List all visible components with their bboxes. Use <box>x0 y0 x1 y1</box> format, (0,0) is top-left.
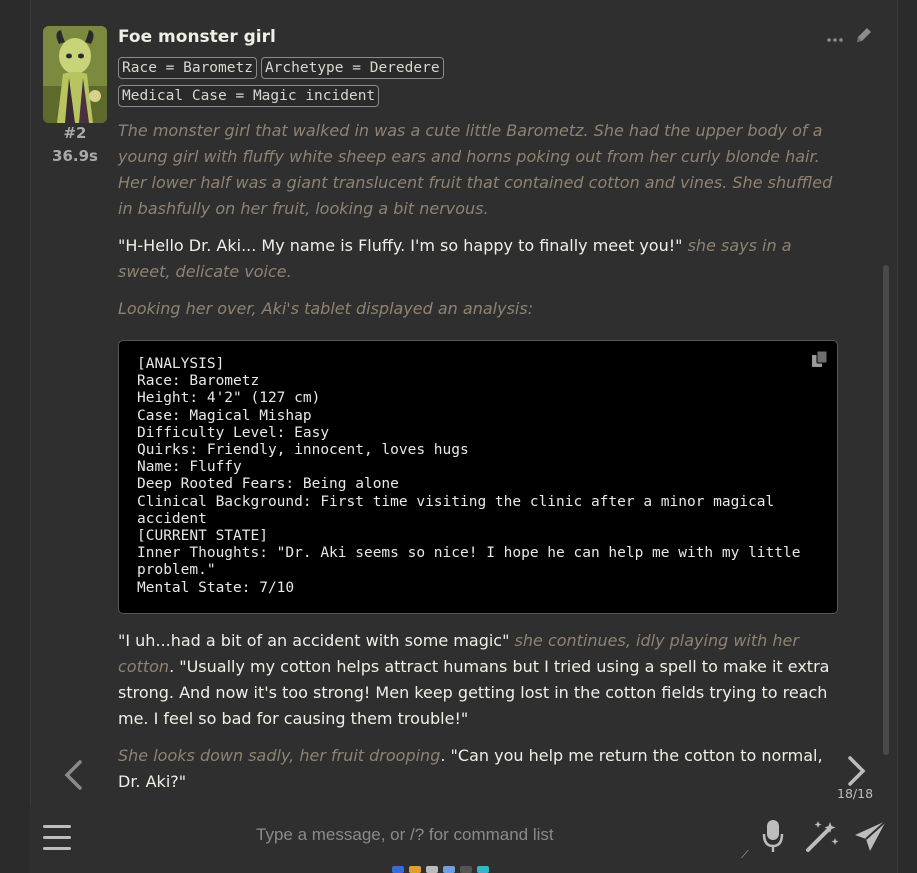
message-input[interactable] <box>246 818 756 852</box>
taskbar-app-icon[interactable] <box>426 866 438 873</box>
taskbar-app-icon[interactable] <box>477 866 489 873</box>
dialogue-action: She looks down sadly, her fruit drooping <box>118 745 441 765</box>
analysis-code-block: [ANALYSIS] Race: Barometz Height: 4'2" (… <box>118 340 838 614</box>
dialogue-speech: "I uh...had a bit of an accident with so… <box>118 630 510 650</box>
message-body: The monster girl that walked in was a cu… <box>118 118 838 806</box>
hamburger-menu-icon[interactable] <box>43 825 71 851</box>
microphone-icon[interactable] <box>762 818 784 858</box>
character-name: Foe monster girl <box>118 27 276 47</box>
narration-paragraph: Looking her over, Aki's tablet displayed… <box>118 299 534 318</box>
tag-row-1: Race = Barometz Archetype = Deredere <box>118 57 444 79</box>
tag-medical-case: Medical Case = Magic incident <box>118 85 380 107</box>
analysis-text: [ANALYSIS] Race: Barometz Height: 4'2" (… <box>137 356 801 596</box>
narration-paragraph: The monster girl that walked in was a cu… <box>118 121 833 218</box>
scrollbar-thumb[interactable] <box>883 265 889 755</box>
taskbar-app-icon[interactable] <box>392 866 404 873</box>
dialogue-paragraph: "H-Hello Dr. Aki... My name is Fluffy. I… <box>118 233 838 285</box>
send-icon[interactable] <box>853 818 889 858</box>
message-time: 36.9s <box>52 147 98 165</box>
dialogue-paragraph: She looks down sadly, her fruit drooping… <box>118 743 838 795</box>
pencil-icon[interactable] <box>855 26 873 48</box>
chevron-left-icon <box>64 760 82 790</box>
character-avatar[interactable] <box>43 26 107 123</box>
message-number: #2 <box>63 124 87 142</box>
tag-row-2: Medical Case = Magic incident <box>118 85 380 107</box>
resize-handle[interactable]: ⟋ <box>741 848 749 862</box>
tag-race: Race = Barometz <box>118 57 257 79</box>
taskbar-icons <box>392 866 489 873</box>
message-actions <box>827 26 873 48</box>
avatar-image <box>43 26 107 123</box>
swipe-counter: 18/18 <box>837 786 874 801</box>
tag-archetype: Archetype = Deredere <box>260 57 444 79</box>
swipe-left-button[interactable] <box>62 758 84 798</box>
taskbar-app-icon[interactable] <box>460 866 472 873</box>
chevron-right-icon <box>848 756 866 786</box>
copy-icon[interactable] <box>811 350 829 368</box>
dialogue-speech: "H-Hello Dr. Aki... My name is Fluffy. I… <box>118 236 683 255</box>
dialogue-paragraph: "I uh...had a bit of an accident with so… <box>118 628 838 732</box>
magic-wand-icon[interactable] <box>804 818 840 858</box>
taskbar-app-icon[interactable] <box>409 866 421 873</box>
taskbar-app-icon[interactable] <box>443 866 455 873</box>
more-icon[interactable] <box>827 27 843 48</box>
dialogue-speech: . "Usually my cotton helps attract human… <box>118 656 830 728</box>
